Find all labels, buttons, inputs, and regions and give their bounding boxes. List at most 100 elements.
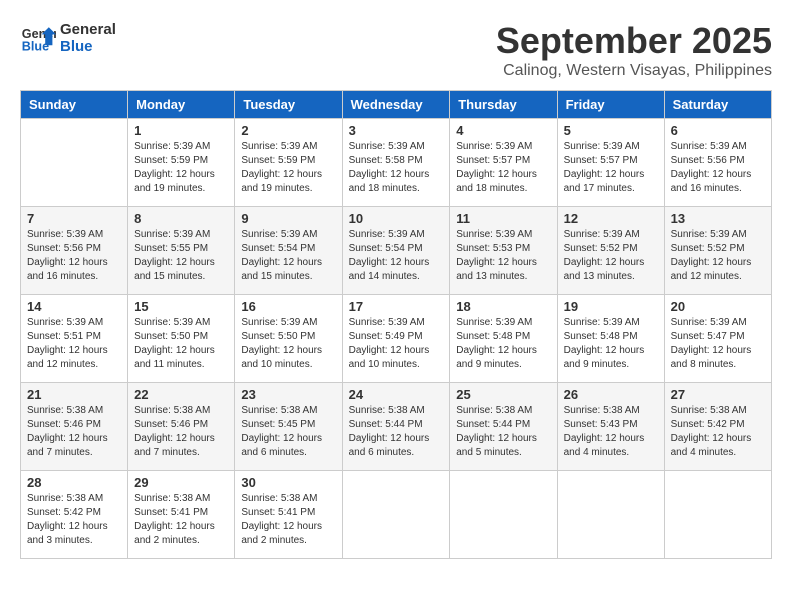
day-number: 16 [241, 299, 335, 314]
day-info: Sunrise: 5:39 AM Sunset: 5:50 PM Dayligh… [134, 316, 228, 372]
day-info: Sunrise: 5:39 AM Sunset: 5:53 PM Dayligh… [456, 228, 550, 284]
day-info: Sunrise: 5:38 AM Sunset: 5:41 PM Dayligh… [134, 492, 228, 548]
day-info: Sunrise: 5:38 AM Sunset: 5:46 PM Dayligh… [134, 404, 228, 460]
day-number: 18 [456, 299, 550, 314]
calendar-cell: 17 Sunrise: 5:39 AM Sunset: 5:49 PM Dayli… [342, 295, 450, 383]
day-info: Sunrise: 5:39 AM Sunset: 5:54 PM Dayligh… [241, 228, 335, 284]
calendar-cell: 5 Sunrise: 5:39 AM Sunset: 5:57 PM Daylig… [557, 119, 664, 207]
svg-text:Blue: Blue [22, 40, 49, 54]
calendar-cell: 9Sunrise: 5:39 AM Sunset: 5:54 PM Daylig… [235, 207, 342, 295]
calendar-cell: 21 Sunrise: 5:38 AM Sunset: 5:46 PM Dayli… [21, 383, 128, 471]
day-number: 8 [134, 211, 228, 226]
calendar-cell: 14 Sunrise: 5:39 AM Sunset: 5:51 PM Dayli… [21, 295, 128, 383]
day-number: 23 [241, 387, 335, 402]
calendar-cell: 18 Sunrise: 5:39 AM Sunset: 5:48 PM Dayli… [450, 295, 557, 383]
day-info: Sunrise: 5:39 AM Sunset: 5:49 PM Dayligh… [349, 316, 444, 372]
calendar-cell: 15 Sunrise: 5:39 AM Sunset: 5:50 PM Dayli… [128, 295, 235, 383]
day-number: 28 [27, 475, 121, 490]
day-number: 20 [671, 299, 765, 314]
day-number: 21 [27, 387, 121, 402]
calendar-cell: 19 Sunrise: 5:39 AM Sunset: 5:48 PM Dayli… [557, 295, 664, 383]
day-info: Sunrise: 5:39 AM Sunset: 5:48 PM Dayligh… [564, 316, 658, 372]
day-info: Sunrise: 5:39 AM Sunset: 5:59 PM Dayligh… [241, 140, 335, 196]
calendar-cell: 13 Sunrise: 5:39 AM Sunset: 5:52 PM Dayli… [664, 207, 771, 295]
day-info: Sunrise: 5:39 AM Sunset: 5:56 PM Dayligh… [671, 140, 765, 196]
calendar-cell: 26Sunrise: 5:38 AM Sunset: 5:43 PM Dayli… [557, 383, 664, 471]
weekday-header: Wednesday [342, 91, 450, 119]
calendar-cell: 28 Sunrise: 5:38 AM Sunset: 5:42 PM Dayli… [21, 471, 128, 559]
day-number: 30 [241, 475, 335, 490]
calendar-week-row: 14 Sunrise: 5:39 AM Sunset: 5:51 PM Dayli… [21, 295, 772, 383]
calendar-cell: 29 Sunrise: 5:38 AM Sunset: 5:41 PM Dayli… [128, 471, 235, 559]
month-title: September 2025 [496, 20, 772, 62]
day-info: Sunrise: 5:39 AM Sunset: 5:57 PM Dayligh… [564, 140, 658, 196]
day-info: Sunrise: 5:38 AM Sunset: 5:41 PM Dayligh… [241, 492, 335, 548]
calendar-cell: 22Sunrise: 5:38 AM Sunset: 5:46 PM Dayli… [128, 383, 235, 471]
day-number: 15 [134, 299, 228, 314]
day-info: Sunrise: 5:39 AM Sunset: 5:51 PM Dayligh… [27, 316, 121, 372]
logo: General Blue General Blue [20, 20, 116, 56]
calendar-cell: 8 Sunrise: 5:39 AM Sunset: 5:55 PM Daylig… [128, 207, 235, 295]
calendar-week-row: 28 Sunrise: 5:38 AM Sunset: 5:42 PM Dayli… [21, 471, 772, 559]
day-info: Sunrise: 5:39 AM Sunset: 5:54 PM Dayligh… [349, 228, 444, 284]
day-number: 19 [564, 299, 658, 314]
calendar-cell: 2 Sunrise: 5:39 AM Sunset: 5:59 PM Daylig… [235, 119, 342, 207]
day-number: 2 [241, 123, 335, 138]
weekday-header: Saturday [664, 91, 771, 119]
day-info: Sunrise: 5:38 AM Sunset: 5:45 PM Dayligh… [241, 404, 335, 460]
calendar-cell: 25Sunrise: 5:38 AM Sunset: 5:44 PM Dayli… [450, 383, 557, 471]
weekday-header: Monday [128, 91, 235, 119]
day-info: Sunrise: 5:39 AM Sunset: 5:56 PM Dayligh… [27, 228, 121, 284]
calendar-cell: 12 Sunrise: 5:39 AM Sunset: 5:52 PM Dayli… [557, 207, 664, 295]
logo-general: General [60, 21, 116, 38]
day-number: 14 [27, 299, 121, 314]
day-info: Sunrise: 5:38 AM Sunset: 5:42 PM Dayligh… [671, 404, 765, 460]
day-info: Sunrise: 5:39 AM Sunset: 5:47 PM Dayligh… [671, 316, 765, 372]
day-info: Sunrise: 5:39 AM Sunset: 5:57 PM Dayligh… [456, 140, 550, 196]
calendar-cell: 3 Sunrise: 5:39 AM Sunset: 5:58 PM Daylig… [342, 119, 450, 207]
calendar-cell: 1Sunrise: 5:39 AM Sunset: 5:59 PM Daylig… [128, 119, 235, 207]
calendar-week-row: 7 Sunrise: 5:39 AM Sunset: 5:56 PM Daylig… [21, 207, 772, 295]
weekday-header: Tuesday [235, 91, 342, 119]
day-number: 4 [456, 123, 550, 138]
day-number: 24 [349, 387, 444, 402]
calendar-table: SundayMondayTuesdayWednesdayThursdayFrid… [20, 90, 772, 559]
day-number: 13 [671, 211, 765, 226]
calendar-cell [21, 119, 128, 207]
day-number: 11 [456, 211, 550, 226]
weekday-header: Sunday [21, 91, 128, 119]
day-info: Sunrise: 5:39 AM Sunset: 5:52 PM Dayligh… [671, 228, 765, 284]
day-number: 12 [564, 211, 658, 226]
day-info: Sunrise: 5:38 AM Sunset: 5:44 PM Dayligh… [349, 404, 444, 460]
calendar-cell: 24 Sunrise: 5:38 AM Sunset: 5:44 PM Dayli… [342, 383, 450, 471]
day-info: Sunrise: 5:39 AM Sunset: 5:48 PM Dayligh… [456, 316, 550, 372]
calendar-header-row: SundayMondayTuesdayWednesdayThursdayFrid… [21, 91, 772, 119]
calendar-cell: 20 Sunrise: 5:39 AM Sunset: 5:47 PM Dayli… [664, 295, 771, 383]
calendar-body: 1Sunrise: 5:39 AM Sunset: 5:59 PM Daylig… [21, 119, 772, 559]
day-info: Sunrise: 5:38 AM Sunset: 5:42 PM Dayligh… [27, 492, 121, 548]
calendar-week-row: 21 Sunrise: 5:38 AM Sunset: 5:46 PM Dayli… [21, 383, 772, 471]
day-info: Sunrise: 5:39 AM Sunset: 5:58 PM Dayligh… [349, 140, 444, 196]
day-info: Sunrise: 5:39 AM Sunset: 5:52 PM Dayligh… [564, 228, 658, 284]
title-area: September 2025 Calinog, Western Visayas,… [496, 20, 772, 80]
page-header: General Blue General Blue September 2025… [20, 20, 772, 80]
calendar-cell [664, 471, 771, 559]
day-info: Sunrise: 5:39 AM Sunset: 5:50 PM Dayligh… [241, 316, 335, 372]
day-number: 29 [134, 475, 228, 490]
calendar-cell: 10Sunrise: 5:39 AM Sunset: 5:54 PM Dayli… [342, 207, 450, 295]
weekday-header: Friday [557, 91, 664, 119]
calendar-cell: 6Sunrise: 5:39 AM Sunset: 5:56 PM Daylig… [664, 119, 771, 207]
weekday-header: Thursday [450, 91, 557, 119]
day-number: 17 [349, 299, 444, 314]
day-info: Sunrise: 5:39 AM Sunset: 5:59 PM Dayligh… [134, 140, 228, 196]
calendar-cell: 11 Sunrise: 5:39 AM Sunset: 5:53 PM Dayli… [450, 207, 557, 295]
day-info: Sunrise: 5:39 AM Sunset: 5:55 PM Dayligh… [134, 228, 228, 284]
logo-icon: General Blue [20, 20, 56, 56]
day-number: 5 [564, 123, 658, 138]
day-info: Sunrise: 5:38 AM Sunset: 5:46 PM Dayligh… [27, 404, 121, 460]
calendar-cell [342, 471, 450, 559]
calendar-cell: 16 Sunrise: 5:39 AM Sunset: 5:50 PM Dayli… [235, 295, 342, 383]
day-number: 3 [349, 123, 444, 138]
calendar-cell: 27Sunrise: 5:38 AM Sunset: 5:42 PM Dayli… [664, 383, 771, 471]
day-number: 7 [27, 211, 121, 226]
